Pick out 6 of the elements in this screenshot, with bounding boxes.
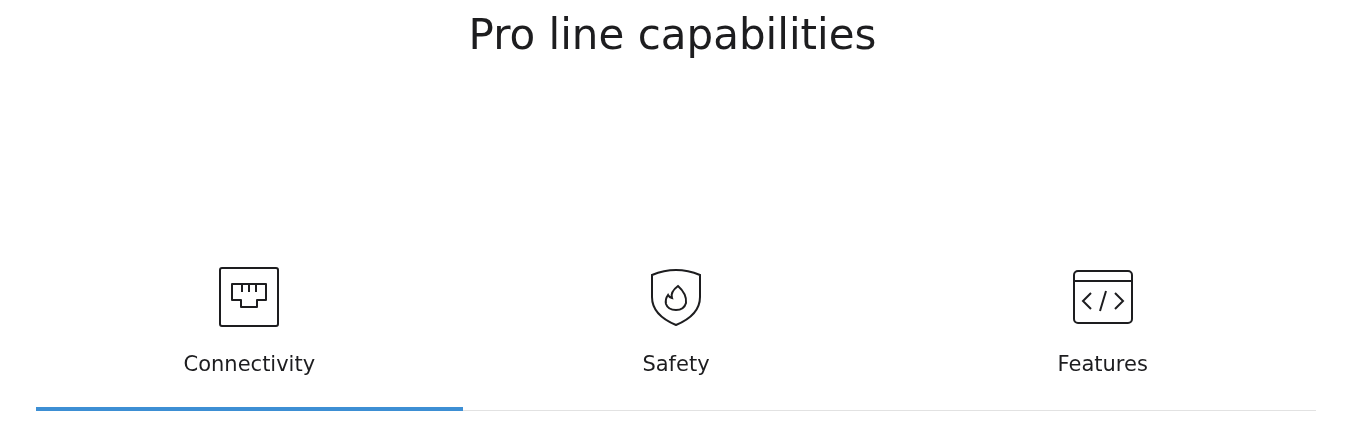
tab[interactable]: Safety — [462, 267, 890, 411]
ethernet-port-icon — [219, 267, 280, 327]
code-window-icon — [1072, 267, 1133, 327]
page-title: Pro line capabilities — [467, 9, 878, 61]
tab[interactable]: Features — [889, 267, 1316, 411]
tab[interactable]: Connectivity — [36, 267, 463, 411]
